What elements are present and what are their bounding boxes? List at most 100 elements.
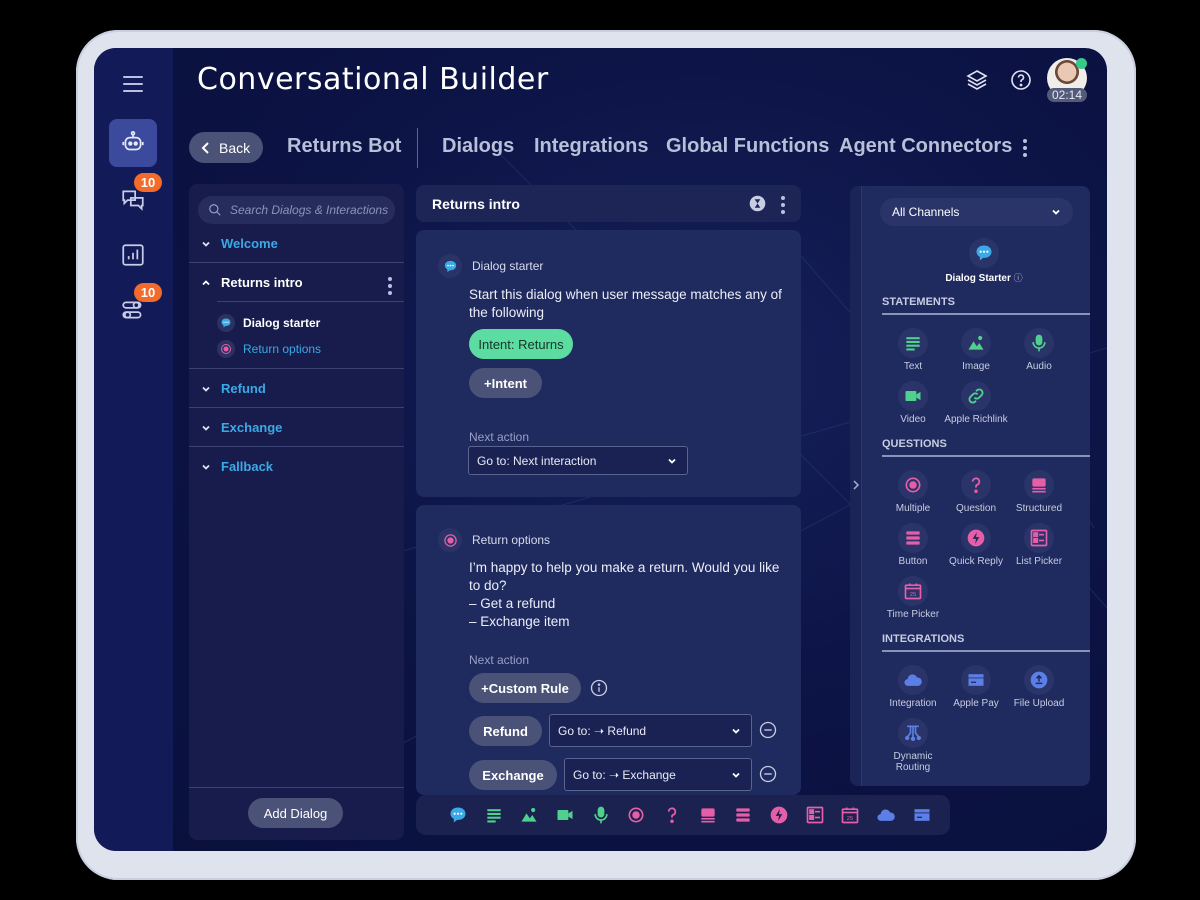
rail-bot-button[interactable] xyxy=(109,119,157,167)
structured-card-icon xyxy=(700,808,715,823)
toolbar-question[interactable] xyxy=(654,803,690,827)
toolbar-video[interactable] xyxy=(547,803,583,827)
palette-multiple[interactable]: Multiple xyxy=(881,470,945,514)
button-list-icon xyxy=(906,531,920,545)
toolbar-integration[interactable] xyxy=(868,803,904,827)
bot-name: Returns Bot xyxy=(287,135,402,157)
video-camera-icon xyxy=(557,810,573,820)
dialog-group-fallback[interactable]: Fallback xyxy=(189,459,404,474)
conversations-badge: 10 xyxy=(134,173,162,192)
toolbar-apple-pay[interactable] xyxy=(904,803,940,827)
tab-agent-connectors[interactable]: Agent Connectors xyxy=(839,135,1012,158)
custom-rule-button[interactable]: +Custom Rule xyxy=(469,673,581,703)
palette-time-picker[interactable]: 25 Time Picker xyxy=(881,576,945,620)
toolbar-dialog-starter[interactable] xyxy=(440,803,476,827)
palette-text[interactable]: Text xyxy=(881,328,945,372)
palette-dialog-starter[interactable]: Dialog Starter ⓘ xyxy=(944,238,1024,284)
question-mark-icon xyxy=(667,807,677,823)
radio-icon xyxy=(628,807,644,823)
remove-rule-icon[interactable] xyxy=(759,721,777,739)
dialog-group-returns-intro[interactable]: Returns intro xyxy=(189,275,404,290)
hourglass-icon[interactable] xyxy=(749,195,766,212)
session-timer: 02:14 xyxy=(1047,88,1087,102)
remove-rule-icon[interactable] xyxy=(759,765,777,783)
next-action-select[interactable]: Go to: Next interaction xyxy=(468,446,688,475)
palette-dynamic-routing[interactable]: Dynamic Routing xyxy=(881,718,945,773)
multiple-choice-icon xyxy=(438,528,462,552)
rule-refund-select[interactable]: Go to: ➝ Refund xyxy=(549,714,752,747)
info-icon[interactable] xyxy=(590,679,608,697)
add-dialog-button[interactable]: Add Dialog xyxy=(248,798,343,828)
palette-question[interactable]: Question xyxy=(944,470,1008,514)
dialog-search[interactable] xyxy=(198,196,395,224)
card-header: Dialog starter xyxy=(438,254,543,278)
chevron-down-icon xyxy=(202,425,210,431)
hamburger-menu-icon[interactable] xyxy=(123,76,143,92)
palette-apple-pay[interactable]: Apple Pay xyxy=(944,665,1008,709)
list-picker-icon xyxy=(1030,529,1048,547)
palette-file-upload[interactable]: File Upload xyxy=(1007,665,1071,709)
toolbar-multiple[interactable] xyxy=(618,803,654,827)
credit-card-icon xyxy=(968,674,984,686)
button-list-icon xyxy=(736,808,751,822)
tab-integrations[interactable]: Integrations xyxy=(534,135,648,158)
channel-select[interactable]: All Channels xyxy=(880,198,1073,226)
canvas-more-icon[interactable] xyxy=(781,196,785,217)
starter-description: Start this dialog when user message matc… xyxy=(469,287,782,320)
section-questions: QUESTIONS xyxy=(882,438,1090,457)
rail-reports-button[interactable] xyxy=(109,231,157,279)
dialog-more-icon[interactable] xyxy=(388,277,392,298)
toolbar-image[interactable] xyxy=(511,803,547,827)
microphone-icon xyxy=(1032,334,1046,352)
palette-structured[interactable]: Structured xyxy=(1007,470,1071,514)
palette-quick-reply[interactable]: Quick Reply xyxy=(944,523,1008,567)
toolbar-audio[interactable] xyxy=(583,803,619,827)
intent-chip[interactable]: Intent: Returns xyxy=(469,329,573,359)
palette-image[interactable]: Image xyxy=(944,328,1008,372)
interaction-dialog-starter[interactable]: Dialog starter xyxy=(217,314,320,332)
section-integrations: INTEGRATIONS xyxy=(882,633,1090,652)
tab-global-functions[interactable]: Global Functions xyxy=(666,135,829,158)
image-icon xyxy=(968,335,984,350)
structured-card-icon xyxy=(1032,478,1046,493)
section-statements: STATEMENTS xyxy=(882,296,1090,315)
interaction-return-options[interactable]: Return options xyxy=(217,340,321,358)
toolbar-time-picker[interactable]: 25 xyxy=(833,803,869,827)
palette-collapse-handle[interactable] xyxy=(850,186,862,786)
calendar-icon: 25 xyxy=(842,807,859,824)
chevron-down-icon xyxy=(202,386,210,392)
back-button[interactable]: Back xyxy=(189,132,263,163)
palette-integration[interactable]: Integration xyxy=(881,665,945,709)
canvas-title: Returns intro xyxy=(432,195,520,212)
rule-refund-button[interactable]: Refund xyxy=(469,716,542,746)
layers-icon[interactable] xyxy=(965,68,989,92)
tab-dialogs[interactable]: Dialogs xyxy=(442,135,514,158)
palette-apple-richlink[interactable]: Apple Richlink xyxy=(938,381,1014,425)
dialog-group-refund[interactable]: Refund xyxy=(189,381,404,396)
svg-text:25: 25 xyxy=(910,592,916,598)
toolbar-list-picker[interactable] xyxy=(797,803,833,827)
toolbar-structured[interactable] xyxy=(690,803,726,827)
rule-exchange-button[interactable]: Exchange xyxy=(469,760,557,790)
toolbar-quick-reply[interactable] xyxy=(761,803,797,827)
toolbar-text[interactable] xyxy=(476,803,512,827)
dialog-group-exchange[interactable]: Exchange xyxy=(189,420,404,435)
dialog-starter-icon xyxy=(976,245,992,261)
help-icon[interactable] xyxy=(1009,68,1033,92)
toolbar-button[interactable] xyxy=(726,803,762,827)
divider xyxy=(217,301,404,302)
rule-exchange-select[interactable]: Go to: ➝ Exchange xyxy=(564,758,752,791)
left-rail: 10 10 xyxy=(94,48,173,851)
palette-audio[interactable]: Audio xyxy=(1007,328,1071,372)
palette-video[interactable]: Video xyxy=(881,381,945,425)
presence-indicator xyxy=(1076,58,1087,69)
upload-icon xyxy=(1030,671,1048,689)
chevron-down-icon xyxy=(732,728,740,734)
palette-list-picker[interactable]: List Picker xyxy=(1007,523,1071,567)
add-intent-button[interactable]: +Intent xyxy=(469,368,542,398)
palette-button[interactable]: Button xyxy=(881,523,945,567)
nav-more-icon[interactable] xyxy=(1023,139,1027,160)
dialog-search-input[interactable] xyxy=(230,203,390,217)
info-icon[interactable]: ⓘ xyxy=(1014,273,1023,283)
dialog-group-welcome[interactable]: Welcome xyxy=(189,236,404,251)
